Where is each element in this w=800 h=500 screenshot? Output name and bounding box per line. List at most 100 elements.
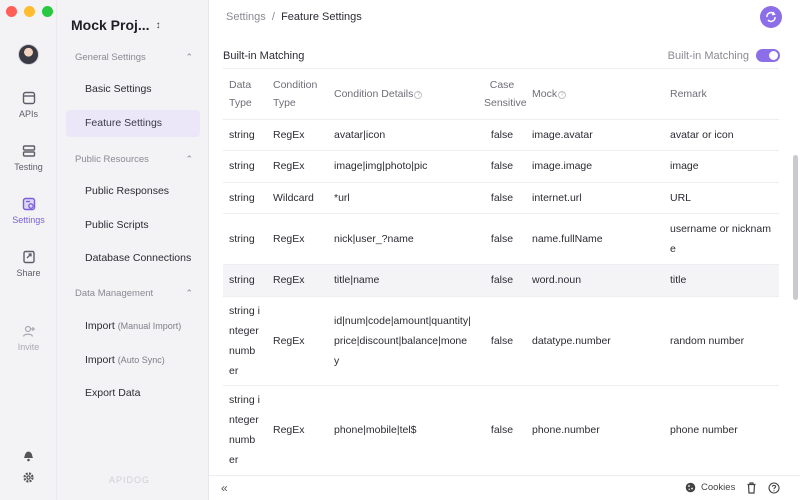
sidebar-item-label: Public Responses <box>85 185 170 197</box>
rail-label: APIs <box>18 109 38 119</box>
cell-condition-type: RegEx <box>267 264 328 297</box>
cell-remark: avatar or icon <box>664 119 779 151</box>
main-content: Settings / Feature Settings Built-in Mat… <box>209 0 800 500</box>
header-mock: Mock? <box>526 69 664 120</box>
chevron-updown-icon: ↕ <box>155 19 161 31</box>
section-title: Data Management <box>75 288 154 299</box>
table-row[interactable]: string integer number RegEx id|num|code|… <box>223 296 779 386</box>
table-row[interactable]: string RegEx avatar|icon false image.ava… <box>223 119 779 151</box>
chevron-up-icon: ⌃ <box>185 154 193 164</box>
section-header-data-management[interactable]: Data Management ⌃ <box>75 288 193 299</box>
minimize-window-button[interactable] <box>24 6 35 17</box>
help-circle-icon[interactable] <box>768 482 780 494</box>
invite-icon <box>22 325 35 337</box>
sidebar-item-label: Export Data <box>85 387 141 399</box>
cell-remark: image <box>664 150 779 183</box>
trash-icon[interactable] <box>746 482 757 494</box>
avatar[interactable] <box>18 44 39 65</box>
sidebar-item-basic-settings[interactable]: Basic Settings <box>66 76 200 103</box>
cell-case-sensitive: false <box>478 150 526 183</box>
project-switcher[interactable]: Mock Proj... ↕ <box>71 17 161 33</box>
table-row[interactable]: string RegEx image|img|photo|pic false i… <box>223 150 779 183</box>
cell-mock: name.fullName <box>526 213 664 265</box>
sidebar-item-sublabel: (Auto Sync) <box>117 355 165 365</box>
cell-condition-details: avatar|icon <box>328 119 478 151</box>
section-title: Built-in Matching <box>223 50 305 62</box>
cell-data-type: string <box>223 213 267 265</box>
bell-icon[interactable] <box>22 448 35 462</box>
rail-item-invite[interactable]: Invite <box>0 324 57 352</box>
header-case-sensitive: Case Sensitive <box>478 69 527 120</box>
sidebar-item-feature-settings[interactable]: Feature Settings <box>66 110 200 137</box>
cell-case-sensitive: false <box>478 264 526 297</box>
table-row[interactable]: string integer number RegEx phone|mobile… <box>223 385 779 472</box>
section-title: Public Resources <box>75 154 149 165</box>
sidebar-item-import-manual[interactable]: Import (Manual Import) <box>66 313 200 340</box>
cell-data-type: string <box>223 150 267 183</box>
sidebar-item-database-connections[interactable]: Database Connections <box>66 245 200 272</box>
refresh-icon <box>766 11 776 23</box>
cell-data-type: string <box>223 264 267 297</box>
chevron-up-icon: ⌃ <box>185 52 193 62</box>
cell-condition-type: RegEx <box>267 296 328 386</box>
table-header-row: Data Type Condition Type Condition Detai… <box>223 69 779 120</box>
sidebar-item-label: Import <box>85 354 115 366</box>
table-row[interactable]: string RegEx nick|user_?name false name.… <box>223 213 779 265</box>
table-row[interactable]: string Wildcard *url false internet.url … <box>223 182 779 214</box>
rail-label: Testing <box>14 162 43 172</box>
breadcrumb-root[interactable]: Settings <box>226 11 266 23</box>
breadcrumb: Settings / Feature Settings <box>226 11 362 23</box>
sidebar-item-export-data[interactable]: Export Data <box>66 380 200 407</box>
sidebar-item-label: Basic Settings <box>85 83 152 95</box>
sidebar-item-label: Feature Settings <box>85 117 163 129</box>
section-title: General Settings <box>75 52 146 63</box>
sidebar-item-label: Public Scripts <box>85 219 149 231</box>
section-header-general[interactable]: General Settings ⌃ <box>75 52 193 63</box>
vertical-scrollbar[interactable] <box>793 155 798 300</box>
testing-icon <box>22 145 35 157</box>
sidebar-item-sublabel: (Manual Import) <box>117 321 182 331</box>
cell-case-sensitive: false <box>478 213 526 265</box>
rail-item-testing[interactable]: Testing <box>0 144 57 172</box>
maximize-window-button[interactable] <box>42 6 53 17</box>
cell-data-type: string <box>223 119 267 151</box>
sidebar-item-public-scripts[interactable]: Public Scripts <box>66 212 200 239</box>
close-window-button[interactable] <box>6 6 17 17</box>
icon-rail: APIs Testing Settings Share Invite <box>0 0 57 500</box>
gear-icon[interactable] <box>22 471 35 484</box>
header-condition-type: Condition Type <box>267 69 328 120</box>
cell-condition-type: Wildcard <box>267 182 328 214</box>
settings-icon <box>22 197 35 211</box>
section-header-public-resources[interactable]: Public Resources ⌃ <box>75 154 193 165</box>
help-icon[interactable]: ? <box>414 90 423 99</box>
sidebar-item-import-auto-sync[interactable]: Import (Auto Sync) <box>66 347 200 374</box>
window-controls <box>6 6 53 17</box>
cell-remark: URL <box>664 182 779 214</box>
sidebar-item-public-responses[interactable]: Public Responses <box>66 178 200 205</box>
header-data-type: Data Type <box>223 69 267 120</box>
brand-logo: APIDOG <box>109 475 150 485</box>
collapse-sidebar-button[interactable]: « <box>221 481 228 495</box>
header-condition-details: Condition Details? <box>328 69 478 120</box>
settings-sidebar: Mock Proj... ↕ General Settings ⌃ Basic … <box>57 0 209 500</box>
cell-data-type: string <box>223 182 267 214</box>
builtin-matching-toggle[interactable] <box>756 49 780 62</box>
cell-condition-details: phone|mobile|tel$ <box>328 385 478 472</box>
cell-condition-type: RegEx <box>267 213 328 265</box>
matching-rules-table: Data Type Condition Type Condition Detai… <box>223 68 779 472</box>
builtin-matching-control: Built-in Matching <box>668 49 780 62</box>
table-row[interactable]: string RegEx title|name false word.noun … <box>223 264 779 297</box>
cell-mock: image.image <box>526 150 664 183</box>
rail-label: Settings <box>12 215 45 225</box>
rail-item-share[interactable]: Share <box>0 250 57 278</box>
cookies-button[interactable]: Cookies <box>685 482 735 493</box>
rail-item-settings[interactable]: Settings <box>0 197 57 225</box>
header-remark: Remark <box>664 69 779 120</box>
sidebar-item-label: Import <box>85 320 115 332</box>
sync-button[interactable] <box>760 6 782 28</box>
cell-remark: title <box>664 264 779 297</box>
rail-item-apis[interactable]: APIs <box>0 91 57 119</box>
project-name: Mock Proj... <box>71 17 150 33</box>
help-icon[interactable]: ? <box>558 90 567 99</box>
cell-mock: word.noun <box>526 264 664 297</box>
